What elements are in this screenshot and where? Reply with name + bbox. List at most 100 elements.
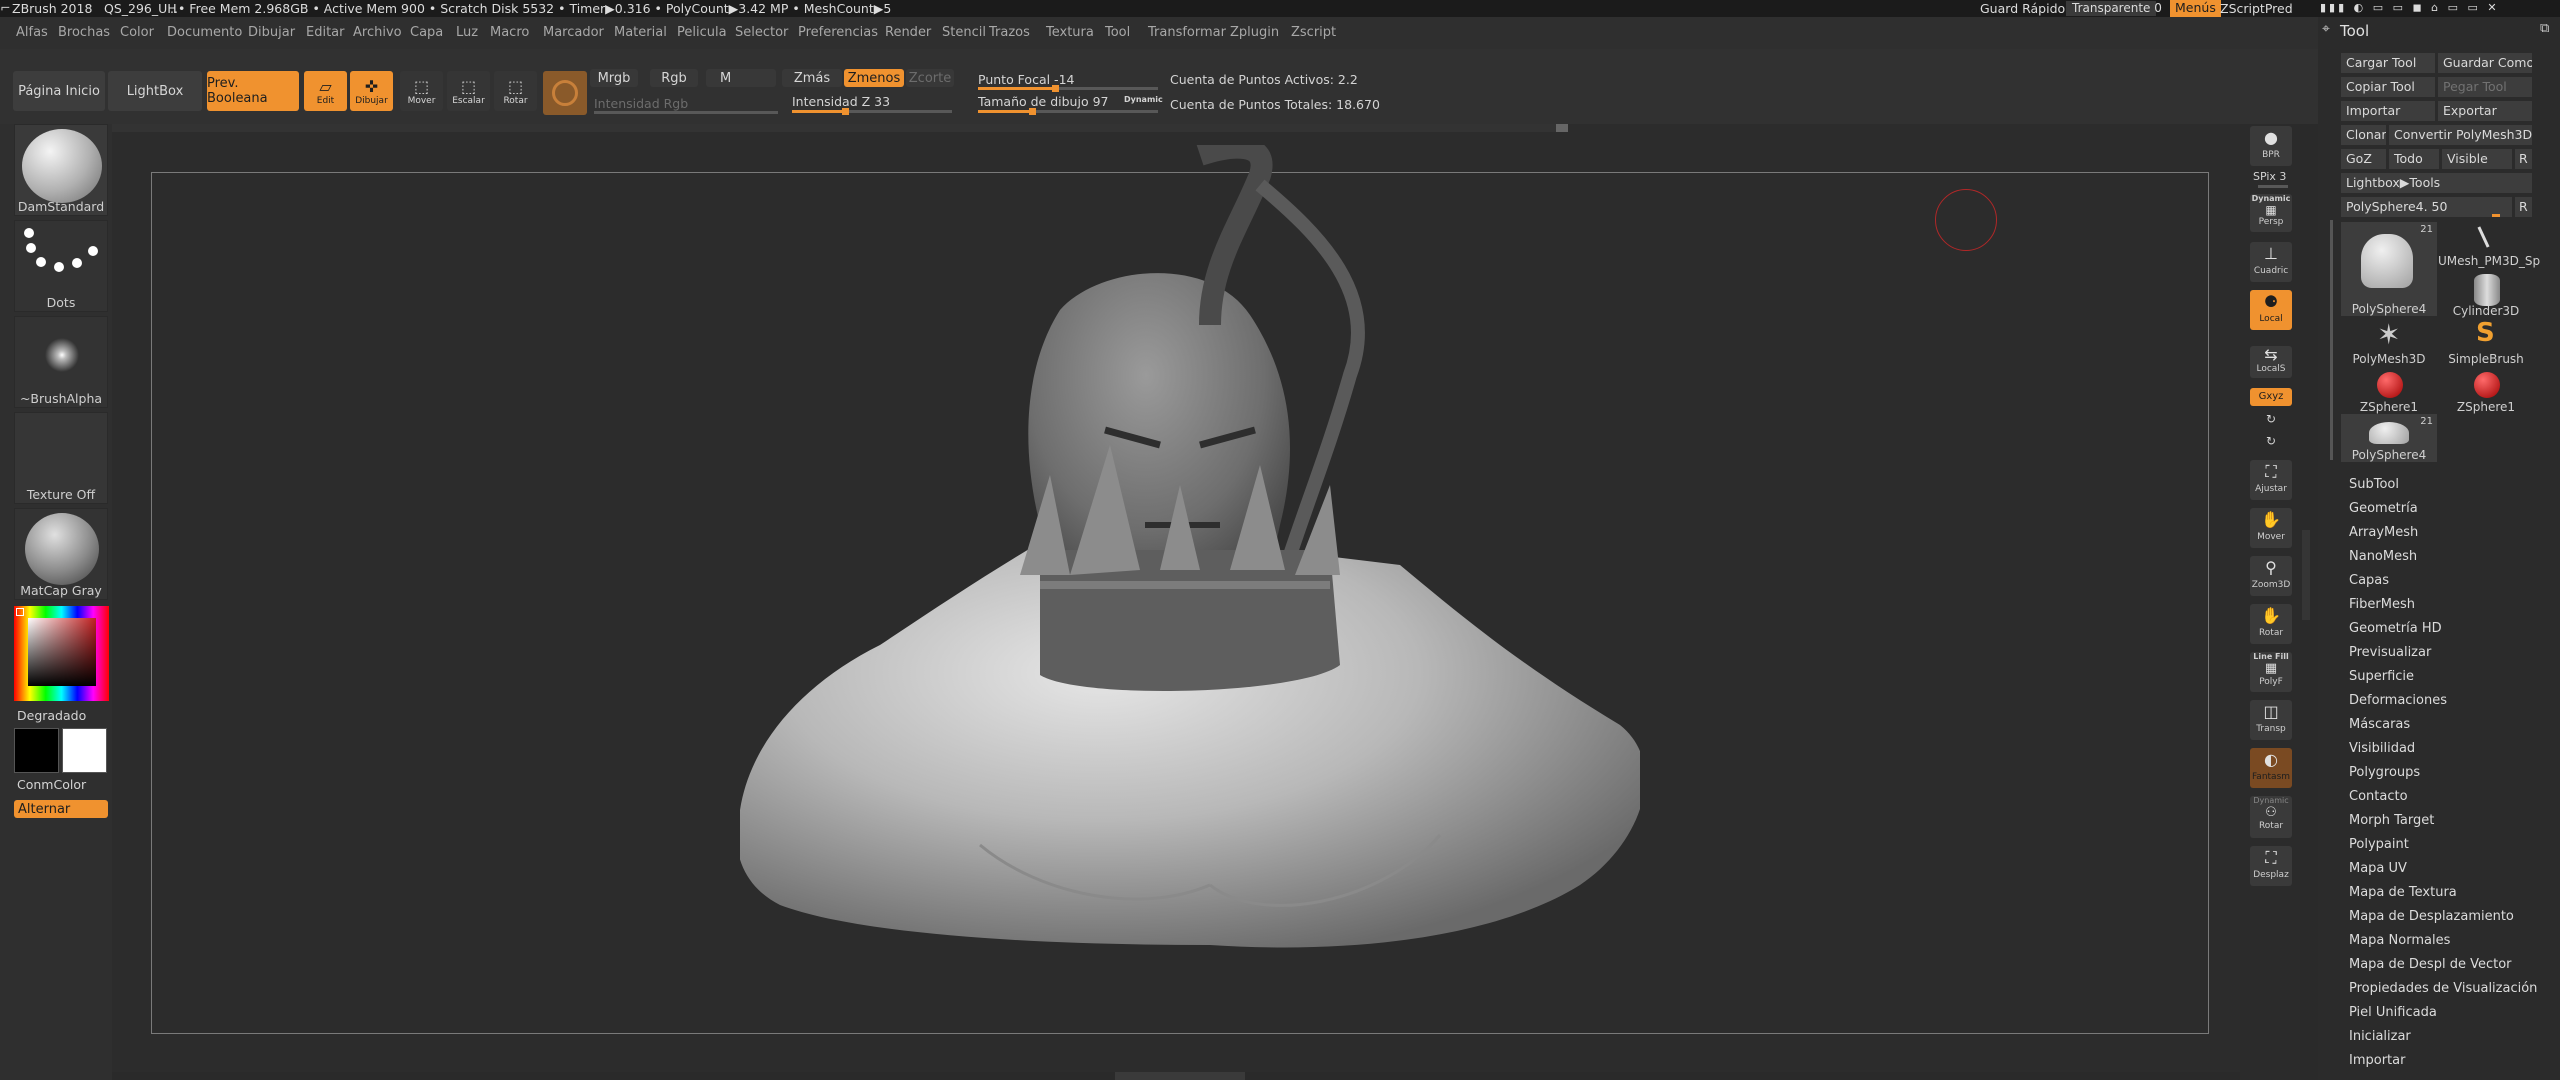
rotate-y-icon[interactable]: ↻ <box>2266 412 2276 426</box>
lightbox-button[interactable]: LightBox <box>108 71 202 111</box>
menu-textura[interactable]: Textura <box>1046 25 1094 40</box>
subpalette-piel-unificada[interactable]: Piel Unificada <box>2349 1005 2437 1020</box>
menu-luz[interactable]: Luz <box>456 25 478 40</box>
window-controls[interactable]: ▮▮▮ ◐ ▭ ▭ ◼ ⌂ ▭ ▭ ✕ <box>2320 1 2500 14</box>
z-intensity-slider[interactable]: Intensidad Z 33 <box>792 94 890 109</box>
current-tool-knob[interactable] <box>2492 214 2500 217</box>
menu-pelicula[interactable]: Pelicula <box>677 25 727 40</box>
frame-button[interactable]: ⛶ Ajustar <box>2250 460 2292 500</box>
goz-button[interactable]: GoZ <box>2341 149 2386 169</box>
bpr-button[interactable]: ● BPR <box>2250 126 2292 166</box>
draw-size-slider[interactable]: Tamaño de dibujo 97 <box>978 94 1108 109</box>
subpalette-polypaint[interactable]: Polypaint <box>2349 837 2409 852</box>
boolean-preview-button[interactable]: Prev. Booleana <box>207 71 299 111</box>
subpalette-mapa-normales[interactable]: Mapa Normales <box>2349 933 2450 948</box>
subpalette-inicializar[interactable]: Inicializar <box>2349 1029 2411 1044</box>
subpalette-morph-target[interactable]: Morph Target <box>2349 813 2434 828</box>
xyz-toggle[interactable]: Gxyz <box>2250 388 2292 406</box>
tool-panel-scrollbar[interactable] <box>2330 220 2333 460</box>
tool-thumb-zsphere1[interactable]: ZSphere1 <box>2341 366 2437 414</box>
subpalette-arraymesh[interactable]: ArrayMesh <box>2349 525 2418 540</box>
menu-selector[interactable]: Selector <box>735 25 788 40</box>
menu-capa[interactable]: Capa <box>410 25 443 40</box>
orc-bust-model[interactable] <box>740 145 1640 975</box>
transp-button[interactable]: ◫ Transp <box>2250 700 2292 740</box>
draw-size-track[interactable] <box>978 108 1158 115</box>
focal-track[interactable] <box>978 85 1158 92</box>
alternate-button[interactable]: Alternar <box>14 800 108 818</box>
goz-visible-button[interactable]: Visible <box>2442 149 2512 169</box>
subpalette-visibilidad[interactable]: Visibilidad <box>2349 741 2415 756</box>
menu-material[interactable]: Material <box>614 25 667 40</box>
gradient-toggle[interactable]: Degradado <box>17 708 86 723</box>
goz-r-button[interactable]: R <box>2515 149 2532 169</box>
move-button[interactable]: ⬚ Mover <box>400 71 443 111</box>
brush-selector[interactable]: DamStandard <box>14 124 108 216</box>
menu-zscript[interactable]: Zscript <box>1291 25 1336 40</box>
subpalette-mapa-de-desplazamiento[interactable]: Mapa de Desplazamiento <box>2349 909 2514 924</box>
canvas-top-scrollbar[interactable] <box>112 124 1562 132</box>
goz-all-button[interactable]: Todo <box>2389 149 2439 169</box>
clone-button[interactable]: Clonar <box>2341 125 2386 145</box>
menu-zplugin[interactable]: Zplugin <box>1230 25 1279 40</box>
quick-save-button[interactable]: Guard Rápido <box>1980 1 2065 16</box>
rgb-intensity-track[interactable] <box>594 111 778 114</box>
zsub-button[interactable]: Zmenos <box>844 69 904 87</box>
menu-marcador[interactable]: Marcador <box>543 25 604 40</box>
menu-tool[interactable]: Tool <box>1105 25 1130 40</box>
rotate-button[interactable]: ⬚ Rotar <box>494 71 537 111</box>
menu-editar[interactable]: Editar <box>306 25 345 40</box>
current-tool-slider[interactable]: PolySphere4. 50 <box>2341 197 2512 217</box>
zoom3d-button[interactable]: ⚲ Zoom3D <box>2250 556 2292 596</box>
subpalette-mapa-de-despl-de-vector[interactable]: Mapa de Despl de Vector <box>2349 957 2512 972</box>
texture-selector[interactable]: Texture Off <box>14 412 108 504</box>
tool-thumb-simplebrush[interactable]: S SimpleBrush <box>2438 318 2534 366</box>
draw-size-knob[interactable] <box>1029 108 1036 115</box>
material-sphere-icon[interactable] <box>543 71 587 115</box>
tool-thumb-polysphere4[interactable]: 21 PolySphere4 <box>2341 222 2437 316</box>
locals-button[interactable]: ⇆ LocalS <box>2250 346 2292 378</box>
menu-render[interactable]: Render <box>885 25 931 40</box>
color-picker[interactable] <box>14 606 109 701</box>
focal-knob[interactable] <box>1052 85 1059 92</box>
tool-thumb-cylinder3d[interactable]: Cylinder3D <box>2438 270 2534 318</box>
load-tool-button[interactable]: Cargar Tool <box>2341 53 2435 73</box>
subpalette-contacto[interactable]: Contacto <box>2349 789 2408 804</box>
edit-button[interactable]: ▱ Edit <box>304 71 347 111</box>
subpalette-capas[interactable]: Capas <box>2349 573 2389 588</box>
subpalette-superficie[interactable]: Superficie <box>2349 669 2414 684</box>
menu-alfas[interactable]: Alfas <box>16 25 48 40</box>
z-intensity-track[interactable] <box>792 108 952 115</box>
spix-track[interactable] <box>2258 185 2288 188</box>
subpalette-polygroups[interactable]: Polygroups <box>2349 765 2420 780</box>
subpalette-mapa-de-textura[interactable]: Mapa de Textura <box>2349 885 2457 900</box>
transparency-slider[interactable]: Transparente 0 <box>2066 1 2162 16</box>
switch-color-label[interactable]: ConmColor <box>17 777 86 792</box>
menu-dibujar[interactable]: Dibujar <box>248 25 295 40</box>
save-as-button[interactable]: Guardar Como <box>2438 53 2532 73</box>
z-intensity-knob[interactable] <box>842 108 849 115</box>
current-tool-r-button[interactable]: R <box>2515 197 2532 217</box>
menu-trazos[interactable]: Trazos <box>989 25 1030 40</box>
subpalette-deformaciones[interactable]: Deformaciones <box>2349 693 2447 708</box>
export-button[interactable]: Exportar <box>2438 101 2532 121</box>
right-shelf-collapse-handle[interactable] <box>2302 530 2310 620</box>
subpalette-subtool[interactable]: SubTool <box>2349 477 2399 492</box>
rotate-z-icon[interactable]: ↻ <box>2266 434 2276 448</box>
menu-transformar[interactable]: Transformar <box>1148 25 1226 40</box>
ghost-button[interactable]: ◐ Fantasm <box>2250 748 2292 788</box>
subpalette-mascaras[interactable]: Máscaras <box>2349 717 2410 732</box>
floor-button[interactable]: ⊥ Cuadric <box>2250 242 2292 282</box>
menu-brochas[interactable]: Brochas <box>58 25 110 40</box>
subpalette-geometria-hd[interactable]: Geometría HD <box>2349 621 2442 636</box>
convert-polymesh-button[interactable]: Convertir PolyMesh3D <box>2389 125 2532 145</box>
subpalette-nanomesh[interactable]: NanoMesh <box>2349 549 2417 564</box>
tool-thumb-umesh[interactable]: UMesh_PM3D_Sp <box>2438 222 2540 268</box>
menu-macro[interactable]: Macro <box>490 25 529 40</box>
xpose-button[interactable]: ⛶ Desplaz <box>2250 846 2292 886</box>
tool-thumb-zsphere1-b[interactable]: ZSphere1 <box>2438 366 2534 414</box>
menu-preferencias[interactable]: Preferencias <box>798 25 878 40</box>
mrgb-button[interactable]: Mrgb <box>590 69 638 87</box>
canvas-bottom-scrollbar[interactable] <box>1115 1072 1245 1080</box>
subpalette-importar[interactable]: Importar <box>2349 1053 2405 1068</box>
